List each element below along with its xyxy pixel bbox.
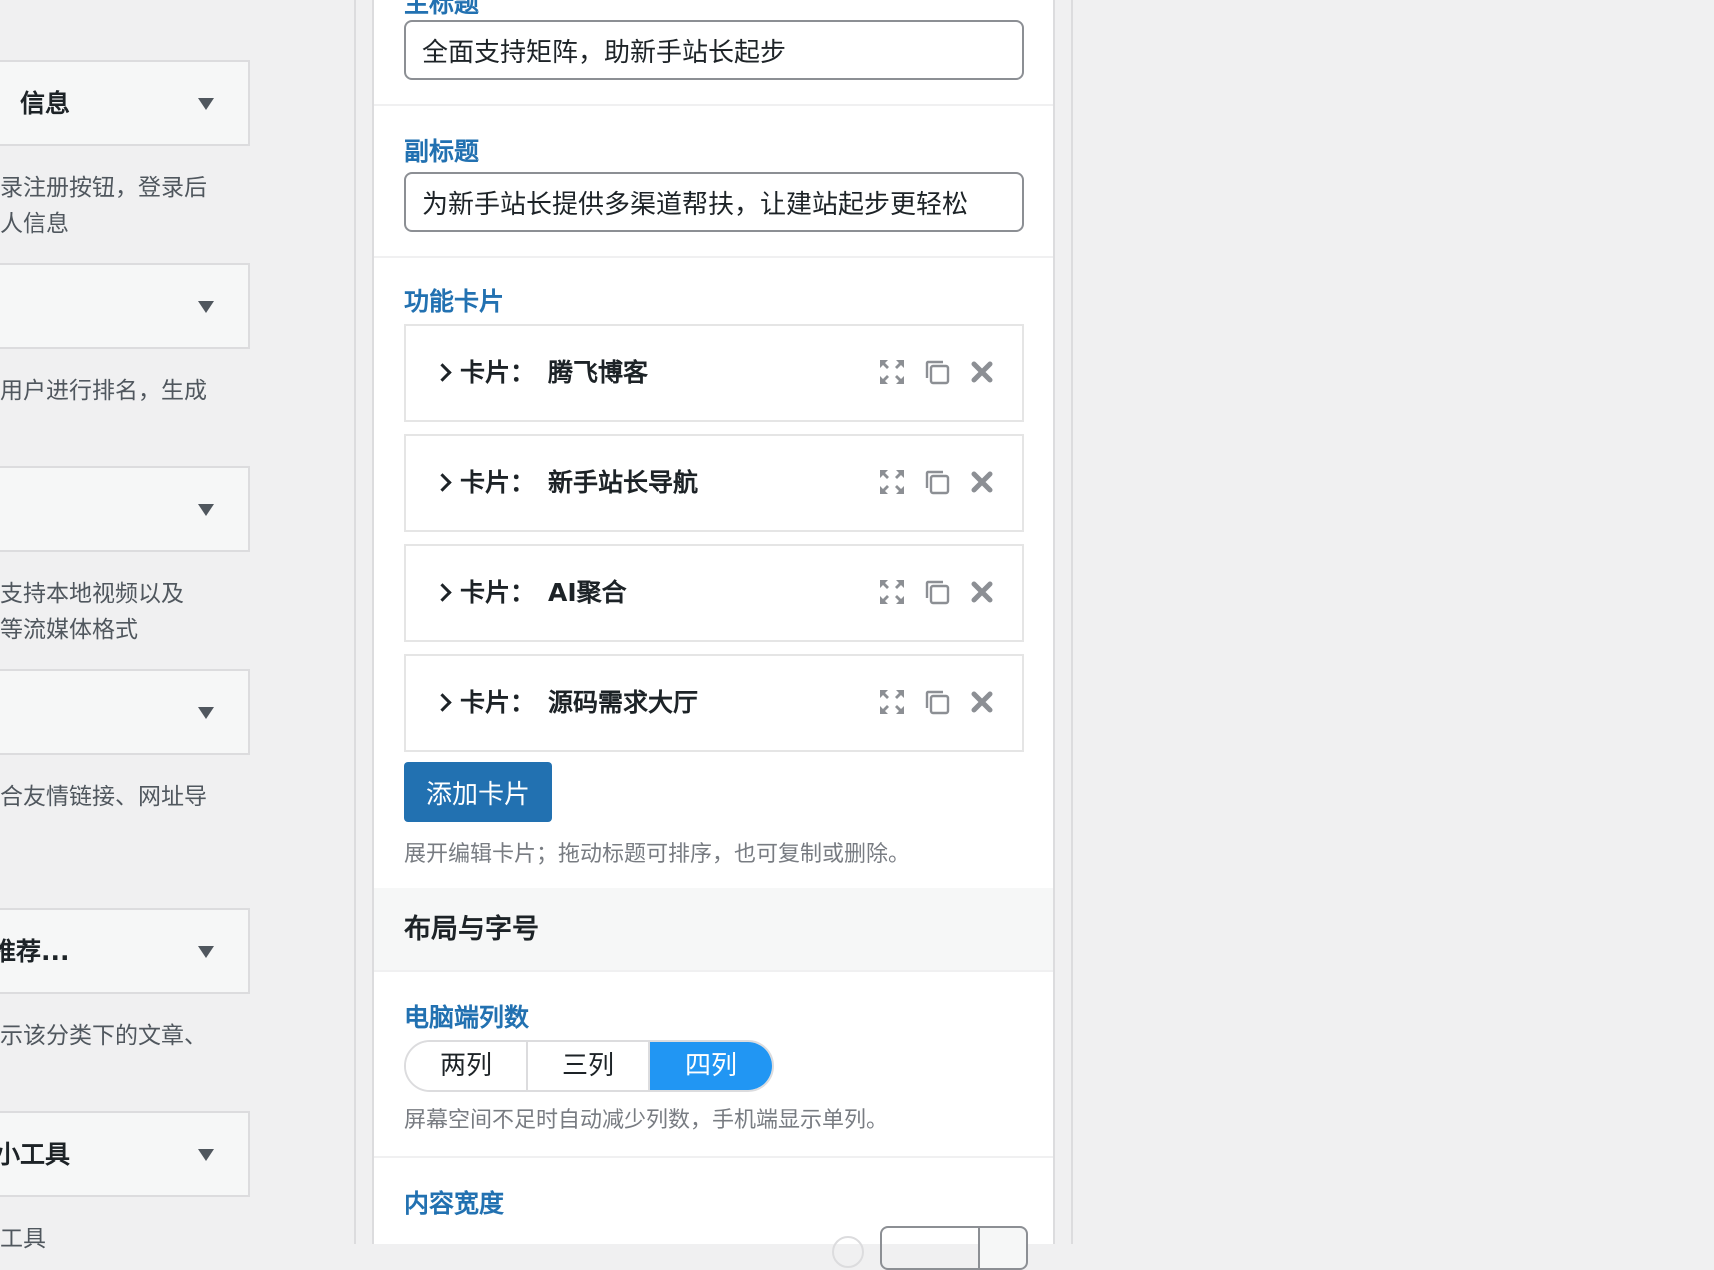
content-width-input[interactable] xyxy=(880,1226,984,1270)
card-title: 腾飞博客 xyxy=(548,358,649,387)
card-prefix: 卡片： xyxy=(460,688,536,717)
copy-icon[interactable] xyxy=(921,686,953,718)
columns-segmented-control: 两列 三列 四列 xyxy=(404,1040,774,1092)
delete-icon[interactable] xyxy=(966,686,998,718)
card-title: 新手站长导航 xyxy=(548,468,699,497)
chevron-right-icon[interactable] xyxy=(433,693,452,712)
widget-header-0[interactable]: 信息 xyxy=(0,60,250,146)
widget-description: 合友情链接、网址导 xyxy=(0,784,207,810)
widget-title: 小工具 xyxy=(0,1140,71,1169)
card-prefix: 卡片： xyxy=(460,468,536,497)
layout-heading-text: 布局与字号 xyxy=(404,914,539,945)
card-item[interactable]: 卡片： 源码需求大厅 xyxy=(404,654,1024,752)
dropdown-arrow-icon[interactable] xyxy=(198,301,214,313)
expand-icon[interactable] xyxy=(876,686,908,718)
copy-icon[interactable] xyxy=(921,466,953,498)
expand-icon[interactable] xyxy=(876,576,908,608)
widget-header-3[interactable] xyxy=(0,669,250,755)
widget-description: 支持本地视频以及 等流媒体格式 xyxy=(0,581,184,643)
main-title-input[interactable] xyxy=(404,20,1024,80)
card-item[interactable]: 卡片： 腾飞博客 xyxy=(404,324,1024,422)
content-width-label: 内容宽度 xyxy=(404,1189,505,1218)
cards-hint: 展开编辑卡片；拖动标题可排序，也可复制或删除。 xyxy=(404,842,911,867)
dropdown-arrow-icon[interactable] xyxy=(198,946,214,958)
column-option-four[interactable]: 四列 xyxy=(650,1042,772,1090)
card-item[interactable]: 卡片： AI聚合 xyxy=(404,544,1024,642)
main-title-label: 主标题 xyxy=(404,0,480,18)
widget-header-1[interactable] xyxy=(0,263,250,349)
card-title: 源码需求大厅 xyxy=(548,688,699,717)
chevron-right-icon[interactable] xyxy=(433,583,452,602)
dropdown-arrow-icon[interactable] xyxy=(198,504,214,516)
layout-section-heading: 布局与字号 xyxy=(374,888,1053,972)
widget-header-5[interactable]: 小工具 xyxy=(0,1111,250,1197)
dropdown-arrow-icon[interactable] xyxy=(198,707,214,719)
subtitle-label: 副标题 xyxy=(404,137,480,166)
column-divider xyxy=(354,0,356,1244)
columns-label: 电脑端列数 xyxy=(404,1003,530,1032)
column-option-two[interactable]: 两列 xyxy=(406,1042,528,1090)
content-width-unit-select[interactable] xyxy=(978,1226,1028,1270)
card-prefix: 卡片： xyxy=(460,358,536,387)
subtitle-section: 副标题 xyxy=(374,106,1053,258)
delete-icon[interactable] xyxy=(966,576,998,608)
columns-hint: 屏幕空间不足时自动减少列数，手机端显示单列。 xyxy=(404,1108,889,1133)
main-title-section: 主标题 xyxy=(374,0,1053,106)
add-card-button[interactable]: 添加卡片 xyxy=(404,762,552,822)
delete-icon[interactable] xyxy=(966,356,998,388)
chevron-right-icon[interactable] xyxy=(433,473,452,492)
dropdown-arrow-icon[interactable] xyxy=(198,1149,214,1161)
widget-list: 信息 录注册按钮，登录后 人信息 用户进行排名，生成 支持本地视频以及 等流媒体… xyxy=(0,0,340,1252)
column-option-three[interactable]: 三列 xyxy=(528,1042,650,1090)
slider-handle[interactable] xyxy=(832,1236,864,1268)
widget-description: 示该分类下的文章、 xyxy=(0,1023,207,1049)
copy-icon[interactable] xyxy=(921,576,953,608)
widget-header-4[interactable]: 榜单推荐... xyxy=(0,908,250,994)
card-title: AI聚合 xyxy=(548,578,627,607)
widget-description: 录注册按钮，登录后 人信息 xyxy=(0,175,207,237)
card-prefix: 卡片： xyxy=(460,578,536,607)
widget-title: 信息 xyxy=(20,89,71,118)
expand-icon[interactable] xyxy=(876,356,908,388)
cards-label: 功能卡片 xyxy=(404,287,505,316)
expand-icon[interactable] xyxy=(876,466,908,498)
column-divider xyxy=(1071,0,1073,1244)
widget-description: 工具 xyxy=(0,1226,46,1252)
widget-header-2[interactable] xyxy=(0,466,250,552)
widget-title: 榜单推荐... xyxy=(0,937,70,966)
card-item[interactable]: 卡片： 新手站长导航 xyxy=(404,434,1024,532)
cards-section: 功能卡片 卡片： 腾飞博客 卡片： 新手站长导航 卡片： AI聚合 卡片： 源码… xyxy=(374,258,1053,888)
settings-panel: 主标题 副标题 功能卡片 卡片： 腾飞博客 卡片： 新手站长导航 xyxy=(372,0,1055,1270)
copy-icon[interactable] xyxy=(921,356,953,388)
delete-icon[interactable] xyxy=(966,466,998,498)
subtitle-input[interactable] xyxy=(404,172,1024,232)
chevron-right-icon[interactable] xyxy=(433,363,452,382)
widget-description: 用户进行排名，生成 xyxy=(0,378,207,404)
dropdown-arrow-icon[interactable] xyxy=(198,98,214,110)
